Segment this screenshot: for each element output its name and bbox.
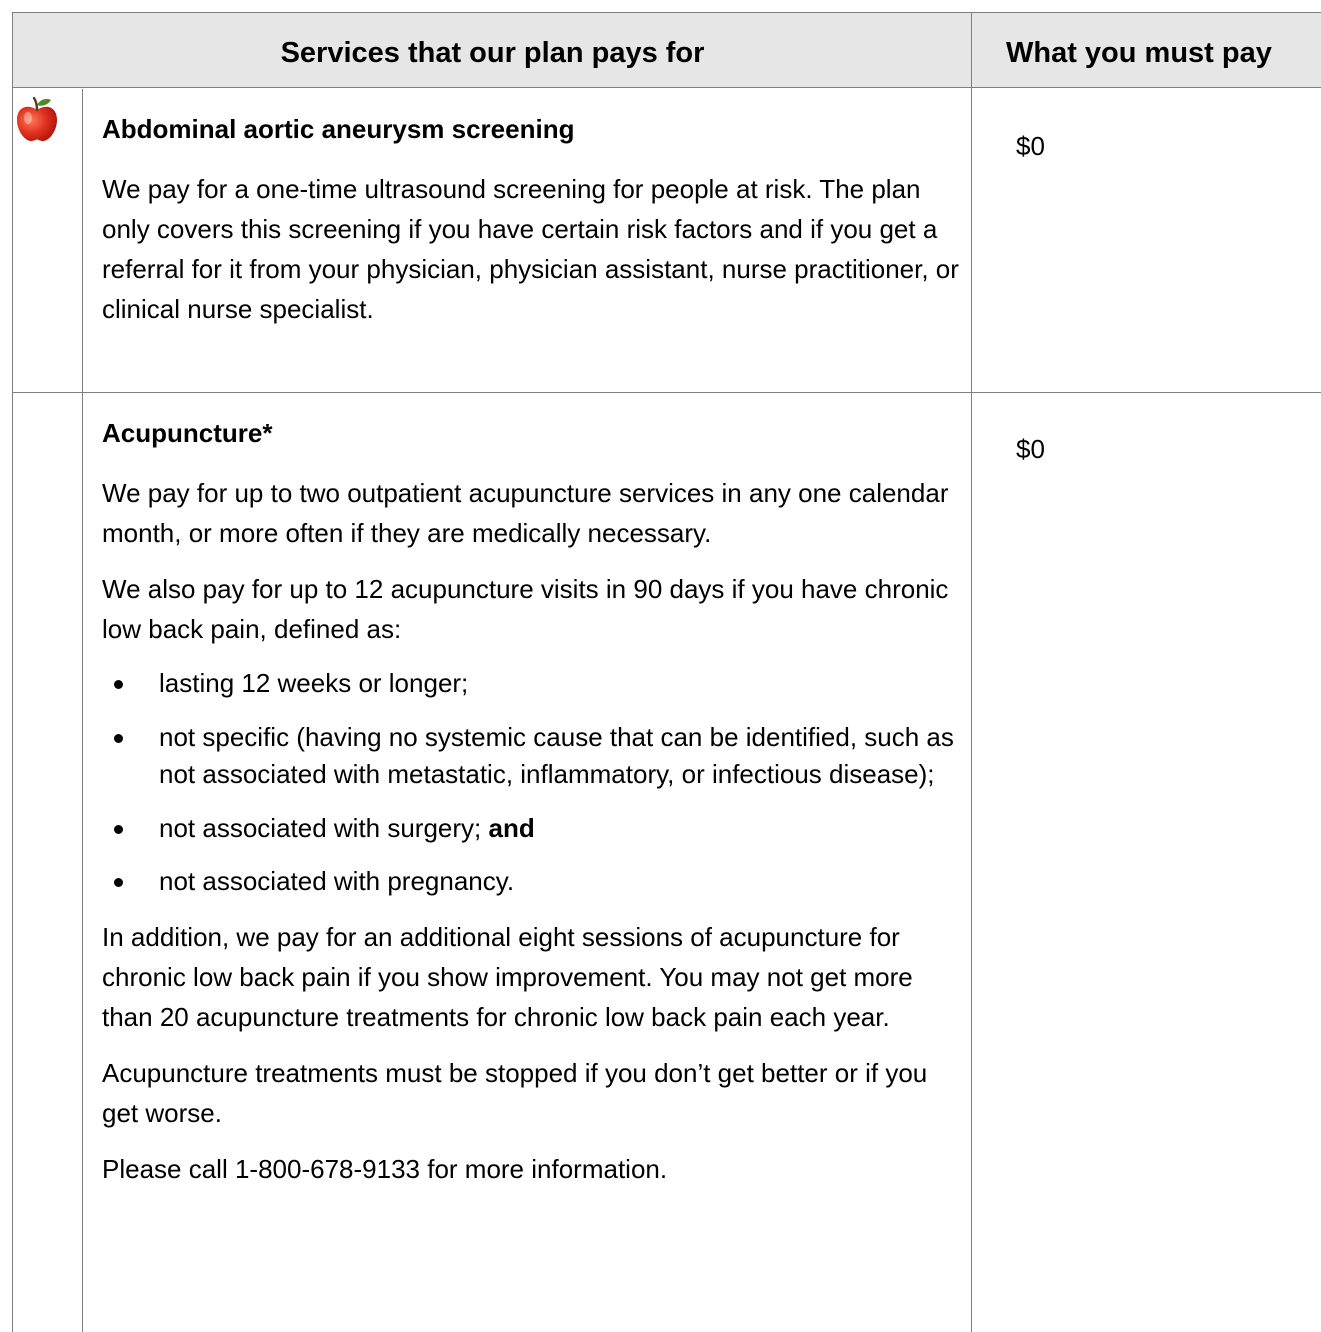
service-title: Acupuncture* (102, 418, 273, 448)
service-description: Acupuncture treatments must be stopped i… (102, 1057, 928, 1128)
row-divider (12, 392, 1321, 393)
service-description: We pay for a one-time ultrasound screeni… (102, 174, 959, 324)
service-title: Abdominal aortic aneurysm screening (102, 114, 575, 144)
list-item: not associated with surgery; and (102, 810, 962, 848)
row-abdominal-content: Abdominal aortic aneurysm screening We p… (102, 114, 962, 345)
service-description: We pay for up to two outpatient acupunct… (102, 478, 949, 548)
row-acupuncture-content: Acupuncture* We pay for up to two outpat… (102, 418, 962, 1205)
pay-column-divider (971, 12, 972, 1332)
contact-info: Please call 1-800-678-9133 for more info… (102, 1153, 668, 1184)
service-description: In addition, we pay for an additional ei… (102, 921, 913, 1032)
header-services: Services that our plan pays for (280, 37, 705, 69)
criteria-list: lasting 12 weeks or longer; not specific… (102, 665, 962, 901)
table-header: Services that our plan pays for What you… (12, 12, 1321, 88)
header-what-you-pay: What you must pay (1006, 37, 1272, 69)
list-item: lasting 12 weeks or longer; (102, 665, 962, 703)
bold-and: and (488, 812, 535, 843)
list-item: not associated with pregnancy. (102, 863, 962, 901)
list-item: not specific (having no systemic cause t… (102, 719, 962, 794)
apple-icon (17, 96, 57, 142)
icon-column-divider (82, 89, 83, 1332)
cost-value: $0 (1016, 131, 1045, 161)
service-description: We also pay for up to 12 acupuncture vis… (102, 574, 949, 644)
cost-value: $0 (1016, 434, 1045, 464)
left-border (12, 12, 13, 1332)
